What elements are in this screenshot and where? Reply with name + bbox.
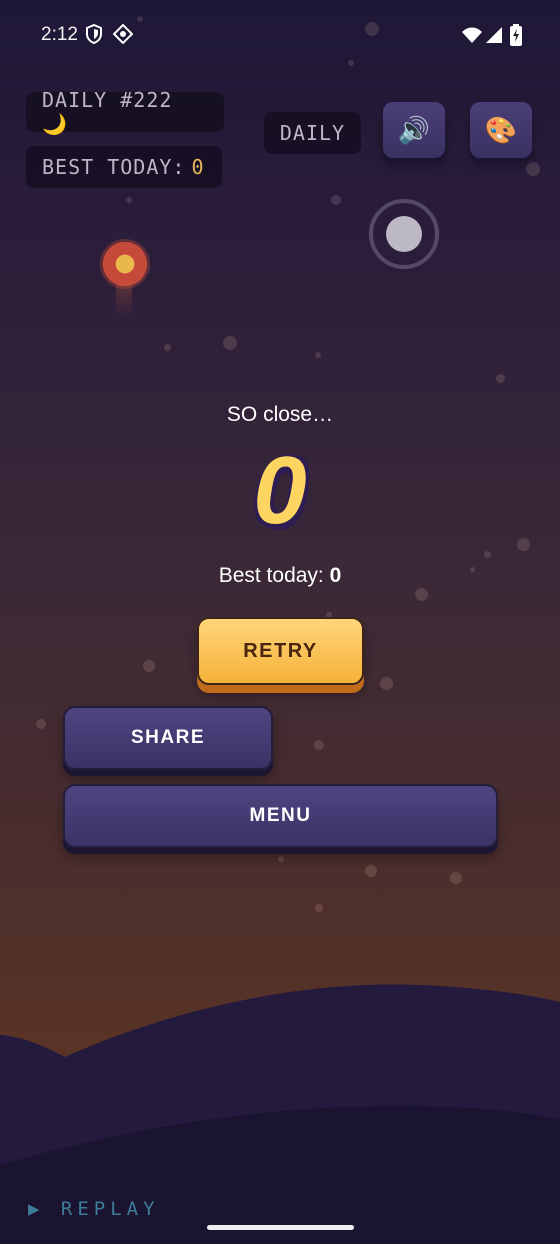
- retry-button[interactable]: RETRY: [197, 617, 364, 685]
- best-today-badge: BEST TODAY: 0: [26, 146, 222, 188]
- retry-label: RETRY: [243, 639, 318, 662]
- mode-label: DAILY: [279, 121, 346, 145]
- share-button[interactable]: SHARE: [63, 706, 273, 770]
- best-today-label: BEST TODAY:: [42, 155, 186, 179]
- wifi-icon: [462, 27, 482, 43]
- score-value: 0: [253, 437, 307, 544]
- share-label: SHARE: [130, 727, 205, 748]
- battery-icon: [510, 24, 522, 46]
- result-message: SO close…: [226, 403, 334, 426]
- clock: 2:12: [41, 24, 78, 45]
- sound-toggle-button[interactable]: 🔊: [383, 102, 445, 158]
- signal-icon: [486, 27, 502, 43]
- best-today-line: Best today: 0: [0, 564, 560, 588]
- theme-button[interactable]: 🎨: [470, 102, 532, 158]
- gesture-nav-bar[interactable]: [207, 1225, 354, 1230]
- best-today-value: 0: [191, 155, 205, 179]
- app-notification-icon: [113, 24, 133, 44]
- replay-button[interactable]: ▶ REPLAY: [28, 1198, 160, 1220]
- daily-number-badge: DAILY #222 🌙: [26, 88, 224, 136]
- mode-toggle-button[interactable]: DAILY: [264, 112, 361, 154]
- best-today-number: 0: [329, 564, 342, 587]
- player-ball: [100, 239, 150, 289]
- status-bar: 2:12: [0, 0, 560, 72]
- menu-button[interactable]: MENU: [63, 784, 498, 848]
- speaker-icon: 🔊: [397, 114, 431, 145]
- best-today-text: Best today:: [218, 564, 324, 587]
- shield-icon: [86, 24, 102, 44]
- target-dot: [386, 216, 422, 252]
- palette-icon: 🎨: [484, 114, 518, 145]
- menu-label: MENU: [249, 805, 312, 826]
- daily-number-label: DAILY #222 🌙: [42, 88, 173, 136]
